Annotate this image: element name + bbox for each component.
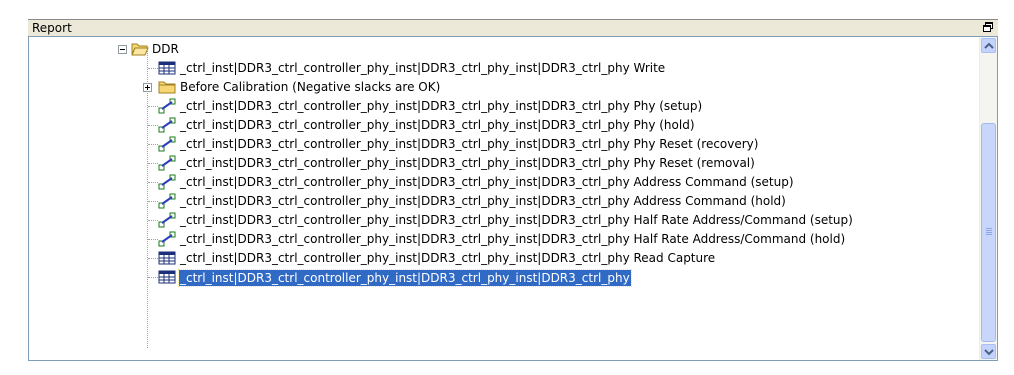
float-window-icon[interactable] xyxy=(982,21,994,33)
tree-node-selected[interactable]: _ctrl_inst|DDR3_ctrl_controller_phy_inst… xyxy=(29,268,959,287)
folder-open-icon xyxy=(131,43,149,56)
tree-node-label: _ctrl_inst|DDR3_ctrl_controller_phy_inst… xyxy=(180,213,853,227)
report-panel-header: Report xyxy=(28,19,998,36)
scroll-thumb[interactable] xyxy=(981,123,996,342)
tree-node-label: _ctrl_inst|DDR3_ctrl_controller_phy_inst… xyxy=(180,232,846,246)
tree-node[interactable]: _ctrl_inst|DDR3_ctrl_controller_phy_inst… xyxy=(29,173,959,192)
chart-icon xyxy=(158,117,176,133)
table-icon xyxy=(158,270,176,284)
tree-node-label: DDR xyxy=(152,42,179,56)
scroll-grip xyxy=(986,232,992,233)
chart-icon xyxy=(158,98,176,114)
tree-node[interactable]: _ctrl_inst|DDR3_ctrl_controller_phy_inst… xyxy=(29,97,959,116)
tree-guide xyxy=(148,68,158,69)
report-tree: DDR _ctrl_inst|DDR3_ctrl_controller_phy_… xyxy=(29,37,979,360)
tree-node[interactable]: _ctrl_inst|DDR3_ctrl_controller_phy_inst… xyxy=(29,116,959,135)
tree-guide xyxy=(148,239,158,240)
tree-node[interactable]: _ctrl_inst|DDR3_ctrl_controller_phy_inst… xyxy=(29,249,959,268)
panel-title: Report xyxy=(32,21,72,35)
tree-node-label: _ctrl_inst|DDR3_ctrl_controller_phy_inst… xyxy=(180,194,786,208)
scroll-grip xyxy=(986,230,992,231)
tree-node-label: _ctrl_inst|DDR3_ctrl_controller_phy_inst… xyxy=(180,118,695,132)
tree-node[interactable]: _ctrl_inst|DDR3_ctrl_controller_phy_inst… xyxy=(29,230,959,249)
tree-guide xyxy=(148,106,158,107)
chart-icon xyxy=(158,212,176,228)
tree-node[interactable]: _ctrl_inst|DDR3_ctrl_controller_phy_inst… xyxy=(29,154,959,173)
scroll-grip xyxy=(986,234,992,235)
tree-guide xyxy=(148,201,158,202)
tree-guide xyxy=(148,258,158,259)
tree-node-ddr[interactable]: DDR xyxy=(29,40,959,59)
tree-guide xyxy=(148,220,158,221)
chart-icon xyxy=(158,231,176,247)
chart-icon xyxy=(158,174,176,190)
tree-guide xyxy=(148,277,158,278)
tree-guide xyxy=(148,125,158,126)
tree-node-label: _ctrl_inst|DDR3_ctrl_controller_phy_inst… xyxy=(180,61,666,75)
chart-icon xyxy=(158,155,176,171)
tree-node-label: _ctrl_inst|DDR3_ctrl_controller_phy_inst… xyxy=(180,99,703,113)
chart-icon xyxy=(158,193,176,209)
chart-icon xyxy=(158,136,176,152)
tree-node-label: _ctrl_inst|DDR3_ctrl_controller_phy_inst… xyxy=(180,137,759,151)
tree-node-label: _ctrl_inst|DDR3_ctrl_controller_phy_inst… xyxy=(178,269,632,287)
tree-node-label: _ctrl_inst|DDR3_ctrl_controller_phy_inst… xyxy=(180,156,755,170)
collapse-toggle-icon[interactable] xyxy=(118,45,127,54)
scroll-up-button[interactable] xyxy=(981,38,996,53)
chevron-down-icon xyxy=(984,349,994,356)
table-icon xyxy=(158,61,176,75)
scroll-grip xyxy=(986,228,992,229)
expand-toggle-icon[interactable] xyxy=(143,83,152,92)
tree-node[interactable]: _ctrl_inst|DDR3_ctrl_controller_phy_inst… xyxy=(29,211,959,230)
table-icon xyxy=(158,251,176,265)
tree-node[interactable]: _ctrl_inst|DDR3_ctrl_controller_phy_inst… xyxy=(29,59,959,78)
tree-node-before-calibration[interactable]: Before Calibration (Negative slacks are … xyxy=(29,78,959,97)
chevron-up-icon xyxy=(984,42,994,49)
tree-guide xyxy=(148,163,158,164)
report-tree-panel: DDR _ctrl_inst|DDR3_ctrl_controller_phy_… xyxy=(28,36,998,361)
tree-guide xyxy=(148,182,158,183)
tree-node-label: Before Calibration (Negative slacks are … xyxy=(180,80,441,94)
scroll-down-button[interactable] xyxy=(981,344,996,359)
tree-node-label: _ctrl_inst|DDR3_ctrl_controller_phy_inst… xyxy=(180,175,794,189)
vertical-scrollbar[interactable] xyxy=(979,37,997,360)
tree-node[interactable]: _ctrl_inst|DDR3_ctrl_controller_phy_inst… xyxy=(29,135,959,154)
tree-node-label: _ctrl_inst|DDR3_ctrl_controller_phy_inst… xyxy=(180,251,716,265)
tree-node[interactable]: _ctrl_inst|DDR3_ctrl_controller_phy_inst… xyxy=(29,192,959,211)
tree-guide xyxy=(148,144,158,145)
folder-icon xyxy=(158,81,176,94)
